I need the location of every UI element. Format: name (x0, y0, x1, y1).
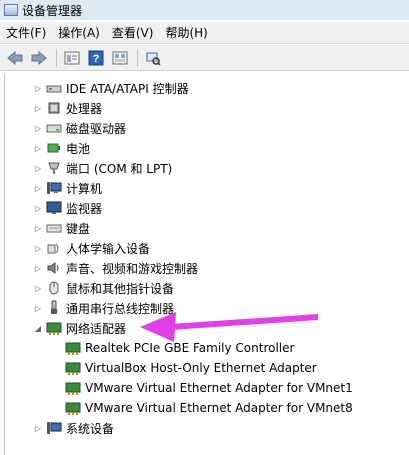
system-devices-icon (47, 422, 62, 434)
expand-arrow-icon[interactable]: ▷ (33, 163, 43, 173)
network-adapter-icon (46, 322, 62, 335)
menu-action[interactable]: 操作(A) (52, 22, 106, 44)
expand-arrow-icon[interactable]: ▷ (33, 83, 43, 93)
svg-text:?: ? (93, 53, 100, 65)
tree-item-label: 监视器 (66, 201, 103, 216)
expand-arrow-icon[interactable]: ▷ (33, 283, 43, 293)
tree-item-ide[interactable]: ▷ IDE ATA/ATAPI 控制器 (33, 78, 189, 98)
battery-icon (47, 143, 60, 153)
processor-icon (48, 102, 60, 114)
back-button[interactable] (4, 48, 26, 68)
properties-icon (64, 51, 80, 64)
menu-file[interactable]: 文件(F) (0, 22, 52, 44)
port-icon (48, 162, 60, 174)
tree-item-label: 鼠标和其他指针设备 (66, 281, 175, 296)
expand-arrow-icon[interactable]: ▷ (33, 243, 43, 253)
tree-item-system-devices[interactable]: ▷ 系统设备 (33, 418, 114, 438)
help-button[interactable]: ? (85, 48, 107, 68)
tree-item-label: 计算机 (66, 181, 103, 196)
tree-item-virtualbox[interactable]: VirtualBox Host-Only Ethernet Adapter (65, 358, 317, 378)
tree-item-label: 人体学输入设备 (66, 241, 151, 256)
tree-item-processor[interactable]: ▷ 处理器 (33, 98, 102, 118)
tree-item-label: IDE ATA/ATAPI 控制器 (66, 81, 189, 96)
expand-arrow-icon[interactable]: ▷ (33, 263, 43, 273)
tree-item-disk-drives[interactable]: ▷ 磁盘驱动器 (33, 118, 126, 138)
tree-item-mice[interactable]: ▷ 鼠标和其他指针设备 (33, 278, 174, 298)
tree-item-label: 系统设备 (66, 421, 115, 436)
tree-item-keyboards[interactable]: ▷ 键盘 (33, 218, 90, 238)
menu-bar: 文件(F) 操作(A) 查看(V) 帮助(H) (0, 22, 409, 44)
network-adapter-icon (65, 362, 81, 375)
network-adapter-icon (65, 342, 81, 355)
forward-button[interactable] (28, 48, 50, 68)
hid-icon (47, 243, 59, 254)
disk-drive-icon (46, 124, 62, 133)
menu-view[interactable]: 查看(V) (106, 22, 160, 44)
mouse-icon (49, 281, 59, 295)
monitor-icon (46, 201, 62, 214)
expand-arrow-icon[interactable]: ▷ (33, 203, 43, 213)
tree-item-label: 键盘 (66, 221, 91, 236)
expand-arrow-icon[interactable]: ▷ (33, 143, 43, 153)
tree-item-network-adapters[interactable]: ◢ 网络适配器 (33, 318, 127, 338)
title-bar: 设备管理器 (0, 0, 409, 20)
scan-hardware-icon (146, 52, 161, 66)
tree-item-label: VirtualBox Host-Only Ethernet Adapter (85, 361, 317, 375)
tree-item-hid[interactable]: ▷ 人体学输入设备 (33, 238, 150, 258)
tree-item-label: 处理器 (66, 101, 103, 116)
back-icon (7, 50, 23, 65)
expand-arrow-icon[interactable]: ▷ (33, 183, 43, 193)
tree-item-label: 通用串行总线控制器 (66, 301, 175, 316)
toolbar-separator (137, 48, 138, 67)
view-button[interactable] (109, 48, 131, 68)
tree-item-usb[interactable]: ▷ 通用串行总线控制器 (33, 298, 174, 318)
usb-icon (51, 300, 57, 314)
tree-item-sound[interactable]: ▷ 声音、视频和游戏控制器 (33, 258, 198, 278)
toolbar-separator (56, 48, 57, 67)
expand-arrow-icon[interactable]: ▷ (33, 123, 43, 133)
expand-arrow-icon[interactable]: ▷ (33, 223, 43, 233)
scan-hardware-button[interactable] (142, 48, 164, 68)
expand-arrow-icon[interactable]: ▷ (33, 103, 43, 113)
menu-help[interactable]: 帮助(H) (159, 22, 213, 44)
toolbar: ? (0, 45, 409, 71)
properties-button[interactable] (61, 48, 83, 68)
forward-icon (31, 50, 47, 65)
tree-item-label: 声音、视频和游戏控制器 (66, 261, 199, 276)
tree-item-computer[interactable]: ▷ 计算机 (33, 178, 102, 198)
view-icon (112, 51, 128, 64)
device-manager-icon (4, 4, 18, 16)
tree-item-label: 端口 (COM 和 LPT) (66, 161, 173, 176)
tree-item-label: Realtek PCIe GBE Family Controller (85, 341, 295, 355)
keyboard-icon (46, 224, 62, 233)
tree-item-vmnet8[interactable]: VMware Virtual Ethernet Adapter for VMne… (65, 398, 353, 418)
expand-arrow-icon[interactable]: ▷ (33, 303, 43, 313)
window-title: 设备管理器 (22, 3, 83, 18)
computer-icon (47, 182, 62, 194)
collapse-arrow-icon[interactable]: ◢ (33, 323, 43, 333)
network-adapter-icon (65, 402, 81, 415)
tree-item-label: 磁盘驱动器 (66, 121, 127, 136)
device-tree[interactable]: ▷ IDE ATA/ATAPI 控制器 ▷ 处理器 ▷ 磁盘驱动器 ▷ 电池 ▷… (4, 74, 409, 455)
network-adapter-icon (65, 382, 81, 395)
expand-arrow-icon[interactable]: ▷ (33, 423, 43, 433)
tree-item-ports[interactable]: ▷ 端口 (COM 和 LPT) (33, 158, 172, 178)
tree-item-realtek[interactable]: Realtek PCIe GBE Family Controller (65, 338, 294, 358)
tree-item-battery[interactable]: ▷ 电池 (33, 138, 90, 158)
tree-item-vmnet1[interactable]: VMware Virtual Ethernet Adapter for VMne… (65, 378, 353, 398)
tree-item-label: VMware Virtual Ethernet Adapter for VMne… (85, 401, 353, 415)
tree-item-label: VMware Virtual Ethernet Adapter for VMne… (85, 381, 353, 395)
ide-controller-icon (46, 85, 62, 93)
sound-icon (47, 262, 59, 274)
help-icon: ? (88, 50, 104, 65)
tree-item-label: 网络适配器 (66, 319, 127, 337)
tree-item-monitors[interactable]: ▷ 监视器 (33, 198, 102, 218)
tree-item-label: 电池 (66, 141, 91, 156)
